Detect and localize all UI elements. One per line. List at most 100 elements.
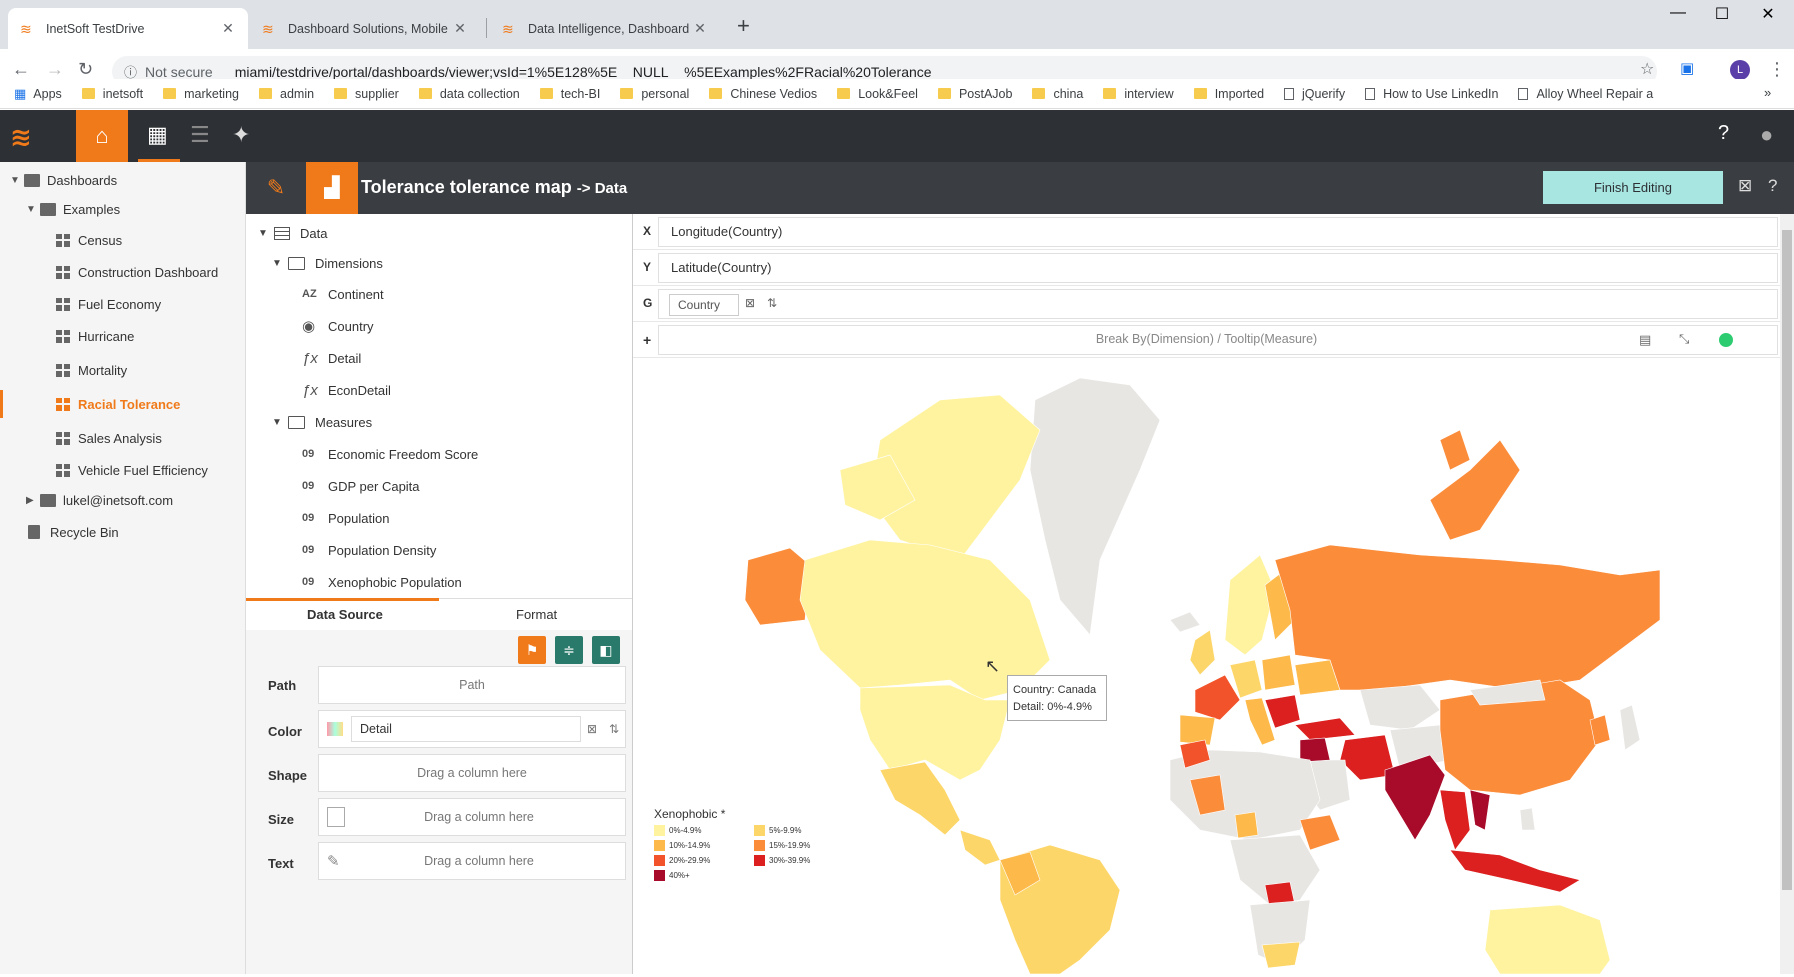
region-ethiopia[interactable]: [1299, 814, 1341, 851]
region-greenland[interactable]: [1029, 377, 1161, 636]
close-tab-icon[interactable]: ✕: [692, 20, 708, 37]
table-view-icon[interactable]: ▤: [1639, 332, 1651, 348]
edit-tool-icon[interactable]: ✎: [246, 162, 306, 214]
field-continent[interactable]: AZ Continent: [302, 280, 384, 308]
sort-icon[interactable]: ⇅: [767, 296, 777, 310]
size-field[interactable]: Drag a column here: [318, 798, 626, 836]
map-chart[interactable]: ↖: [641, 372, 1769, 975]
close-tab-icon[interactable]: ✕: [220, 20, 236, 37]
region-japan[interactable]: [1619, 704, 1641, 751]
tree-node-data[interactable]: ▼ Data: [258, 219, 327, 247]
region-kazakhstan[interactable]: [1359, 684, 1441, 731]
tree-node-dashboards[interactable]: ▼ Dashboards: [10, 166, 117, 194]
region-iceland[interactable]: [1169, 611, 1201, 633]
close-editor-icon[interactable]: ⊠: [1738, 176, 1752, 196]
browser-tab[interactable]: ≋ Data Intelligence, Dashboard BI - ✕: [490, 8, 720, 49]
legend-item[interactable]: 0%-4.9%: [654, 825, 701, 836]
forward-icon[interactable]: →: [46, 59, 64, 80]
shape-field[interactable]: Drag a column here: [318, 754, 626, 792]
region-spain[interactable]: [1179, 714, 1216, 746]
tab-format[interactable]: Format: [516, 607, 557, 622]
field-detail[interactable]: ƒx Detail: [302, 344, 361, 372]
finish-editing-button[interactable]: Finish Editing: [1543, 171, 1723, 204]
region-india[interactable]: [1384, 754, 1446, 841]
region-vietnam[interactable]: [1469, 789, 1491, 831]
region-indonesia[interactable]: [1449, 849, 1581, 893]
sidebar-item-racial-tolerance[interactable]: Racial Tolerance: [56, 390, 180, 418]
region-poland[interactable]: [1261, 654, 1296, 691]
sidebar-item-construction[interactable]: Construction Dashboard: [56, 258, 218, 286]
maximize-icon[interactable]: ☐: [1702, 4, 1742, 24]
vertical-scrollbar[interactable]: [1780, 214, 1794, 974]
g-field-chip[interactable]: Country: [669, 294, 739, 316]
region-russia-islands[interactable]: [1439, 429, 1471, 471]
data-icon[interactable]: ☰: [190, 122, 210, 148]
field-gdp[interactable]: 09 GDP per Capita: [302, 472, 420, 500]
field-population-density[interactable]: 09 Population Density: [302, 536, 436, 564]
home-icon[interactable]: ⌂: [76, 110, 128, 162]
sort-icon[interactable]: ⇅: [603, 722, 625, 736]
field-country[interactable]: ◉ Country: [302, 312, 374, 340]
new-tab-icon[interactable]: +: [737, 13, 750, 39]
region-usa[interactable]: [859, 684, 1011, 781]
dashboards-icon[interactable]: ▦: [147, 122, 168, 148]
legend-item[interactable]: 20%-29.9%: [654, 855, 710, 866]
region-australia[interactable]: [1484, 904, 1611, 975]
tab-data-source[interactable]: Data Source: [307, 607, 383, 622]
expand-icon[interactable]: ▼: [10, 175, 24, 186]
region-france[interactable]: [1194, 674, 1241, 721]
region-turkey[interactable]: [1294, 717, 1356, 741]
chart-legend[interactable]: Xenophobic * 0%-4.9% 5%-9.9% 10%-14.9% 1…: [654, 807, 810, 881]
bookmark-folder[interactable]: admin: [259, 87, 314, 101]
bookmark-folder[interactable]: tech-BI: [539, 87, 600, 101]
close-window-icon[interactable]: ✕: [1748, 4, 1788, 24]
path-field[interactable]: Path: [318, 666, 626, 704]
help-icon[interactable]: ?: [1718, 122, 1729, 145]
chart-icon[interactable]: ▟: [306, 162, 358, 214]
region-myanmar-thailand[interactable]: [1439, 789, 1471, 851]
formula-edit-icon[interactable]: ⊠: [745, 296, 755, 310]
region-iraq-jordan[interactable]: [1299, 737, 1331, 763]
x-field[interactable]: Longitude(Country): [671, 224, 782, 239]
bookmark-folder[interactable]: supplier: [334, 87, 399, 101]
bookmark-folder[interactable]: interview: [1103, 87, 1174, 101]
user-icon[interactable]: ●: [1760, 122, 1773, 148]
bookmark-folder[interactable]: personal: [620, 87, 689, 101]
field-xenophobic[interactable]: 09 Xenophobic Population: [302, 568, 462, 596]
tree-node-dimensions[interactable]: ▼ Dimensions: [272, 249, 383, 277]
break-by-shelf[interactable]: + Break By(Dimension) / Tooltip(Measure)…: [633, 322, 1780, 358]
menu-icon[interactable]: ⋮: [1768, 59, 1786, 80]
bookmark-page[interactable]: Alloy Wheel Repair a: [1518, 87, 1653, 101]
region-balkans[interactable]: [1264, 694, 1301, 729]
scrollbar-thumb[interactable]: [1782, 230, 1792, 890]
legend-item[interactable]: 10%-14.9%: [654, 840, 710, 851]
tree-node-user-folder[interactable]: ▶ lukel@inetsoft.com: [26, 486, 173, 514]
field-economic-freedom[interactable]: 09 Economic Freedom Score: [302, 440, 478, 468]
help-icon[interactable]: ?: [1768, 176, 1777, 196]
palette-icon[interactable]: [327, 722, 343, 736]
field-econdetail[interactable]: ƒx EconDetail: [302, 376, 391, 404]
legend-item[interactable]: 30%-39.9%: [754, 855, 810, 866]
region-philippines[interactable]: [1519, 807, 1536, 831]
expand-icon[interactable]: ▼: [272, 258, 288, 269]
sidebar-item-fuel-economy[interactable]: Fuel Economy: [56, 290, 161, 318]
g-shelf[interactable]: G Country ⊠ ⇅: [633, 286, 1780, 322]
bookmark-folder[interactable]: Chinese Vedios: [709, 87, 817, 101]
sidebar-item-hurricane[interactable]: Hurricane: [56, 322, 134, 350]
bookmark-folder[interactable]: marketing: [163, 87, 239, 101]
expand-icon[interactable]: ▼: [26, 204, 40, 215]
sidebar-item-vehicle-fuel[interactable]: Vehicle Fuel Efficiency: [56, 456, 208, 484]
bookmark-folder[interactable]: PostAJob: [937, 87, 1012, 101]
expand-icon[interactable]: ▼: [258, 228, 274, 239]
minimize-icon[interactable]: —: [1658, 4, 1698, 22]
region-norway-sweden[interactable]: [1224, 554, 1276, 656]
expand-icon[interactable]: ▼: [272, 417, 288, 428]
region-uk[interactable]: [1189, 629, 1216, 676]
text-field[interactable]: ✎ Drag a column here: [318, 842, 626, 880]
legend-item[interactable]: 40%+: [654, 870, 690, 881]
collapse-icon[interactable]: ⤡: [1679, 331, 1689, 347]
formula-edit-icon[interactable]: ⊠: [581, 722, 603, 736]
y-shelf[interactable]: Y Latitude(Country): [633, 250, 1780, 286]
more-bookmarks-icon[interactable]: »: [1764, 85, 1771, 100]
region-south-africa[interactable]: [1261, 941, 1301, 969]
